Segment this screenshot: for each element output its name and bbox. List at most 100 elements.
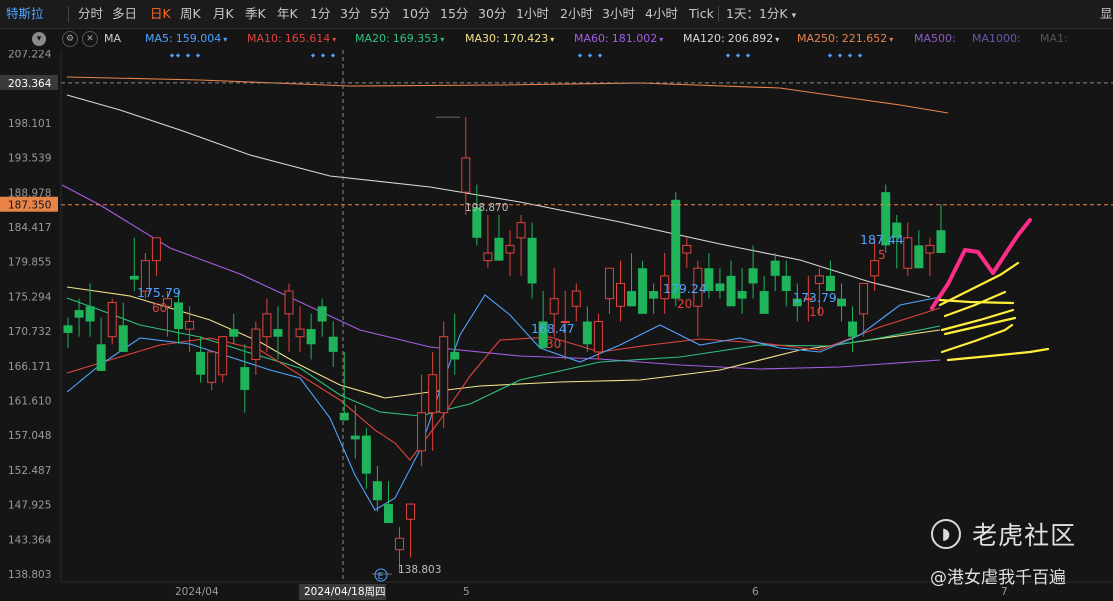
candle[interactable] — [781, 260, 791, 307]
candle[interactable] — [196, 336, 206, 383]
candle[interactable] — [339, 351, 349, 421]
candle-body — [251, 328, 261, 361]
ma-legend-item[interactable]: MA20: 169.353 ▾ — [355, 28, 444, 50]
candle[interactable] — [317, 298, 327, 337]
ma-legend-item[interactable]: MA500: — [914, 28, 956, 50]
candle[interactable] — [582, 306, 592, 352]
period-tab[interactable]: 分时 — [78, 0, 103, 28]
ma-legend-item[interactable]: MA120: 206.892 ▾ — [683, 28, 779, 50]
candle[interactable] — [328, 321, 338, 368]
candle[interactable] — [372, 466, 382, 512]
candle[interactable] — [837, 283, 846, 322]
period-tab[interactable]: 周K — [180, 0, 201, 28]
ma-legend-item[interactable]: MA250: 221.652 ▾ — [797, 28, 893, 50]
candle[interactable] — [726, 260, 736, 307]
candle[interactable] — [151, 237, 161, 276]
candle[interactable] — [737, 268, 747, 314]
period-tab[interactable]: 1小时 — [516, 0, 549, 28]
candle[interactable] — [604, 267, 614, 314]
candle[interactable] — [129, 237, 139, 292]
candle-body — [262, 313, 272, 338]
candle[interactable] — [63, 317, 73, 349]
period-tab[interactable]: 季K — [245, 0, 266, 28]
candle[interactable] — [350, 405, 360, 459]
candle-body — [715, 283, 725, 292]
candle[interactable] — [638, 260, 648, 314]
candle[interactable] — [859, 282, 869, 337]
candle[interactable] — [770, 253, 780, 292]
candle[interactable] — [527, 222, 537, 299]
period-tab[interactable]: 年K — [277, 0, 298, 28]
candle[interactable] — [85, 283, 95, 337]
period-tab[interactable]: 1分 — [310, 0, 330, 28]
range-selector[interactable]: 1天：1分K ▾ — [726, 0, 796, 28]
candle[interactable] — [207, 351, 217, 390]
period-tab[interactable]: 10分 — [402, 0, 430, 28]
candle[interactable] — [284, 283, 294, 352]
candle[interactable] — [295, 306, 305, 352]
candle[interactable] — [229, 313, 239, 345]
period-tab[interactable]: 5分 — [370, 0, 390, 28]
period-tab[interactable]: Tick — [689, 0, 714, 28]
candle[interactable] — [693, 260, 703, 337]
candle[interactable] — [748, 245, 758, 299]
candle[interactable] — [483, 214, 493, 269]
candle[interactable] — [240, 344, 250, 413]
ma-legend-item[interactable]: MA60: 181.002 ▾ — [574, 28, 663, 50]
period-tab[interactable]: 30分 — [478, 0, 506, 28]
ma-label: MA1000: — [972, 32, 1021, 45]
ma-legend-item[interactable]: MA30: 170.423 ▾ — [465, 28, 554, 50]
ma-legend-item[interactable]: MA1: — [1040, 28, 1068, 50]
candle[interactable] — [472, 184, 482, 246]
period-tab[interactable]: 3分 — [340, 0, 360, 28]
ma250-line — [66, 76, 949, 114]
period-tab[interactable]: 3小时 — [602, 0, 635, 28]
candle[interactable] — [903, 222, 913, 276]
candle[interactable] — [825, 260, 835, 292]
candle[interactable] — [649, 283, 659, 314]
candle[interactable] — [273, 306, 283, 360]
candle[interactable] — [616, 260, 625, 322]
collapse-icon[interactable]: ▾ — [32, 32, 46, 46]
candle[interactable] — [218, 336, 228, 383]
ma-label: MA1: — [1040, 32, 1068, 45]
candle[interactable] — [450, 313, 460, 375]
candle[interactable] — [361, 427, 371, 489]
candle[interactable] — [428, 351, 438, 451]
period-tab[interactable]: 月K — [213, 0, 234, 28]
candle[interactable] — [925, 237, 935, 276]
event-dot-marker — [725, 53, 731, 58]
period-tab[interactable]: 多日 — [112, 0, 137, 28]
candle[interactable] — [571, 283, 581, 322]
display-menu[interactable]: 显 — [1100, 0, 1113, 28]
period-tab[interactable]: 15分 — [440, 0, 468, 28]
candle[interactable] — [627, 253, 637, 307]
candle[interactable] — [505, 230, 515, 276]
settings-icon[interactable]: ⚙ — [62, 31, 78, 47]
candle[interactable] — [406, 503, 416, 558]
ma-legend-item[interactable]: MA5: 159.004 ▾ — [145, 28, 227, 50]
candle[interactable] — [118, 302, 128, 352]
period-tab[interactable]: 日K — [150, 0, 171, 28]
candle[interactable] — [759, 275, 769, 314]
candle[interactable] — [848, 306, 858, 352]
candle[interactable] — [306, 313, 316, 360]
period-tab[interactable]: 2小时 — [560, 0, 593, 28]
candle[interactable] — [383, 481, 393, 524]
candle[interactable] — [96, 317, 106, 371]
candle[interactable] — [461, 116, 471, 215]
candle[interactable] — [682, 237, 692, 269]
candle[interactable] — [494, 214, 504, 261]
candle[interactable] — [936, 204, 946, 254]
candle[interactable] — [107, 298, 117, 345]
ma-legend-item[interactable]: MA1000: — [972, 28, 1021, 50]
ma-legend-item[interactable]: MA10: 165.614 ▾ — [247, 28, 336, 50]
candle[interactable] — [439, 321, 449, 428]
candle[interactable] — [74, 298, 84, 337]
symbol-name[interactable]: 特斯拉 — [6, 0, 44, 28]
candle[interactable] — [516, 214, 526, 276]
candle[interactable] — [715, 268, 725, 299]
close-icon[interactable]: ✕ — [82, 31, 98, 47]
candle[interactable] — [914, 230, 924, 269]
period-tab[interactable]: 4小时 — [645, 0, 678, 28]
